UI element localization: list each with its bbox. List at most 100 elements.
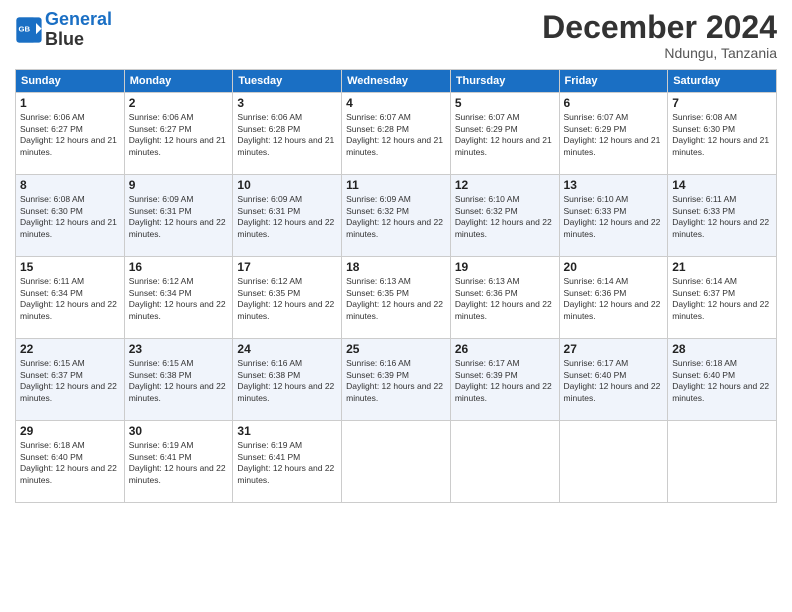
day-info: Sunrise: 6:09 AM Sunset: 6:31 PM Dayligh… (237, 194, 337, 240)
header-day: Monday (124, 70, 233, 93)
day-info: Sunrise: 6:09 AM Sunset: 6:32 PM Dayligh… (346, 194, 446, 240)
header-day: Sunday (16, 70, 125, 93)
day-number: 20 (564, 260, 664, 274)
location: Ndungu, Tanzania (542, 45, 777, 61)
day-number: 31 (237, 424, 337, 438)
day-number: 17 (237, 260, 337, 274)
header-day: Friday (559, 70, 668, 93)
day-number: 9 (129, 178, 229, 192)
day-info: Sunrise: 6:18 AM Sunset: 6:40 PM Dayligh… (672, 358, 772, 404)
calendar-cell: 28 Sunrise: 6:18 AM Sunset: 6:40 PM Dayli… (668, 339, 777, 421)
logo-line1: General (45, 9, 112, 29)
day-info: Sunrise: 6:19 AM Sunset: 6:41 PM Dayligh… (129, 440, 229, 486)
day-info: Sunrise: 6:16 AM Sunset: 6:38 PM Dayligh… (237, 358, 337, 404)
day-number: 5 (455, 96, 555, 110)
logo-line2: Blue (45, 30, 112, 50)
calendar-cell (450, 421, 559, 503)
day-number: 8 (20, 178, 120, 192)
calendar-cell: 7Sunrise: 6:08 AM Sunset: 6:30 PM Daylig… (668, 93, 777, 175)
day-number: 29 (20, 424, 120, 438)
calendar-cell: 31 Sunrise: 6:19 AM Sunset: 6:41 PM Dayli… (233, 421, 342, 503)
day-info: Sunrise: 6:14 AM Sunset: 6:37 PM Dayligh… (672, 276, 772, 322)
calendar-cell: 4 Sunrise: 6:07 AM Sunset: 6:28 PM Daylig… (342, 93, 451, 175)
day-number: 30 (129, 424, 229, 438)
day-number: 3 (237, 96, 337, 110)
calendar-cell (668, 421, 777, 503)
calendar-cell: 21Sunrise: 6:14 AM Sunset: 6:37 PM Dayli… (668, 257, 777, 339)
calendar-row: 15Sunrise: 6:11 AM Sunset: 6:34 PM Dayli… (16, 257, 777, 339)
calendar-cell: 17 Sunrise: 6:12 AM Sunset: 6:35 PM Dayli… (233, 257, 342, 339)
header-day: Wednesday (342, 70, 451, 93)
day-number: 7 (672, 96, 772, 110)
calendar-row: 8 Sunrise: 6:08 AM Sunset: 6:30 PM Daylig… (16, 175, 777, 257)
calendar-cell: 23 Sunrise: 6:15 AM Sunset: 6:38 PM Dayli… (124, 339, 233, 421)
day-number: 26 (455, 342, 555, 356)
day-info: Sunrise: 6:08 AM Sunset: 6:30 PM Dayligh… (20, 194, 120, 240)
day-info: Sunrise: 6:19 AM Sunset: 6:41 PM Dayligh… (237, 440, 337, 486)
day-info: Sunrise: 6:15 AM Sunset: 6:38 PM Dayligh… (129, 358, 229, 404)
day-info: Sunrise: 6:13 AM Sunset: 6:36 PM Dayligh… (455, 276, 555, 322)
day-info: Sunrise: 6:17 AM Sunset: 6:40 PM Dayligh… (564, 358, 664, 404)
day-info: Sunrise: 6:09 AM Sunset: 6:31 PM Dayligh… (129, 194, 229, 240)
day-info: Sunrise: 6:15 AM Sunset: 6:37 PM Dayligh… (20, 358, 120, 404)
day-number: 4 (346, 96, 446, 110)
day-number: 6 (564, 96, 664, 110)
day-info: Sunrise: 6:10 AM Sunset: 6:33 PM Dayligh… (564, 194, 664, 240)
day-info: Sunrise: 6:18 AM Sunset: 6:40 PM Dayligh… (20, 440, 120, 486)
calendar-cell (342, 421, 451, 503)
day-number: 25 (346, 342, 446, 356)
day-info: Sunrise: 6:12 AM Sunset: 6:35 PM Dayligh… (237, 276, 337, 322)
calendar-cell: 15Sunrise: 6:11 AM Sunset: 6:34 PM Dayli… (16, 257, 125, 339)
logo-text: General Blue (45, 10, 112, 50)
day-info: Sunrise: 6:07 AM Sunset: 6:29 PM Dayligh… (564, 112, 664, 158)
svg-text:GB: GB (19, 24, 31, 33)
calendar-cell: 24 Sunrise: 6:16 AM Sunset: 6:38 PM Dayli… (233, 339, 342, 421)
day-info: Sunrise: 6:06 AM Sunset: 6:27 PM Dayligh… (20, 112, 120, 158)
calendar-row: 29 Sunrise: 6:18 AM Sunset: 6:40 PM Dayli… (16, 421, 777, 503)
calendar-cell: 13 Sunrise: 6:10 AM Sunset: 6:33 PM Dayli… (559, 175, 668, 257)
day-number: 14 (672, 178, 772, 192)
calendar-cell: 8 Sunrise: 6:08 AM Sunset: 6:30 PM Daylig… (16, 175, 125, 257)
calendar-cell: 9 Sunrise: 6:09 AM Sunset: 6:31 PM Daylig… (124, 175, 233, 257)
day-number: 18 (346, 260, 446, 274)
calendar-table: SundayMondayTuesdayWednesdayThursdayFrid… (15, 69, 777, 503)
day-number: 19 (455, 260, 555, 274)
day-info: Sunrise: 6:10 AM Sunset: 6:32 PM Dayligh… (455, 194, 555, 240)
day-info: Sunrise: 6:07 AM Sunset: 6:29 PM Dayligh… (455, 112, 555, 158)
day-number: 16 (129, 260, 229, 274)
header-day: Tuesday (233, 70, 342, 93)
day-info: Sunrise: 6:07 AM Sunset: 6:28 PM Dayligh… (346, 112, 446, 158)
day-info: Sunrise: 6:16 AM Sunset: 6:39 PM Dayligh… (346, 358, 446, 404)
calendar-cell: 29 Sunrise: 6:18 AM Sunset: 6:40 PM Dayli… (16, 421, 125, 503)
calendar-cell: 6 Sunrise: 6:07 AM Sunset: 6:29 PM Daylig… (559, 93, 668, 175)
header-day: Saturday (668, 70, 777, 93)
calendar-cell: 2Sunrise: 6:06 AM Sunset: 6:27 PM Daylig… (124, 93, 233, 175)
calendar-cell: 11 Sunrise: 6:09 AM Sunset: 6:32 PM Dayli… (342, 175, 451, 257)
calendar-cell: 19 Sunrise: 6:13 AM Sunset: 6:36 PM Dayli… (450, 257, 559, 339)
day-number: 2 (129, 96, 229, 110)
calendar-row: 22 Sunrise: 6:15 AM Sunset: 6:37 PM Dayli… (16, 339, 777, 421)
day-number: 13 (564, 178, 664, 192)
day-number: 1 (20, 96, 120, 110)
day-number: 28 (672, 342, 772, 356)
day-info: Sunrise: 6:12 AM Sunset: 6:34 PM Dayligh… (129, 276, 229, 322)
header: GB General Blue December 2024 Ndungu, Ta… (15, 10, 777, 61)
day-info: Sunrise: 6:11 AM Sunset: 6:34 PM Dayligh… (20, 276, 120, 322)
day-number: 24 (237, 342, 337, 356)
day-number: 22 (20, 342, 120, 356)
header-day: Thursday (450, 70, 559, 93)
day-number: 27 (564, 342, 664, 356)
calendar-cell: 20Sunrise: 6:14 AM Sunset: 6:36 PM Dayli… (559, 257, 668, 339)
calendar-cell: 5 Sunrise: 6:07 AM Sunset: 6:29 PM Daylig… (450, 93, 559, 175)
calendar-cell (559, 421, 668, 503)
calendar-cell: 16 Sunrise: 6:12 AM Sunset: 6:34 PM Dayli… (124, 257, 233, 339)
logo: GB General Blue (15, 10, 112, 50)
day-number: 11 (346, 178, 446, 192)
day-info: Sunrise: 6:06 AM Sunset: 6:28 PM Dayligh… (237, 112, 337, 158)
calendar-cell: 18Sunrise: 6:13 AM Sunset: 6:35 PM Dayli… (342, 257, 451, 339)
calendar-cell: 12Sunrise: 6:10 AM Sunset: 6:32 PM Dayli… (450, 175, 559, 257)
page: GB General Blue December 2024 Ndungu, Ta… (0, 0, 792, 612)
day-number: 23 (129, 342, 229, 356)
day-info: Sunrise: 6:11 AM Sunset: 6:33 PM Dayligh… (672, 194, 772, 240)
calendar-cell: 3 Sunrise: 6:06 AM Sunset: 6:28 PM Daylig… (233, 93, 342, 175)
